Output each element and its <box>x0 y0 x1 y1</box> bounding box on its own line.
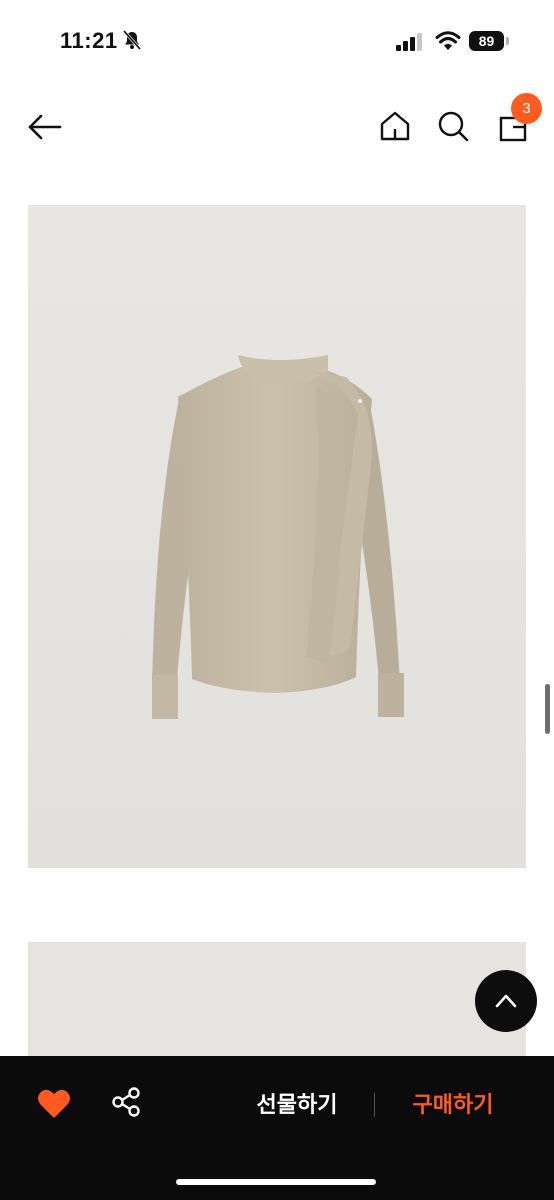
home-indicator <box>176 1179 376 1185</box>
bell-slash-icon <box>122 30 142 50</box>
home-icon[interactable] <box>374 105 416 147</box>
product-image[interactable] <box>28 205 526 868</box>
share-icon[interactable] <box>108 1084 144 1120</box>
scroll-indicator[interactable] <box>545 684 550 734</box>
back-arrow-icon[interactable] <box>24 106 66 148</box>
gift-button[interactable]: 선물하기 <box>238 1088 356 1122</box>
battery-cap <box>506 37 509 45</box>
chevron-up-icon <box>495 994 517 1008</box>
top-nav <box>0 86 554 166</box>
divider <box>374 1093 375 1117</box>
battery-icon: 89 <box>469 31 509 51</box>
search-icon[interactable] <box>432 105 474 147</box>
scroll-top-button[interactable] <box>475 970 537 1032</box>
status-time: 11:21 <box>60 28 118 53</box>
blouse-illustration <box>152 355 404 719</box>
wifi-icon <box>435 31 461 50</box>
cart-count-badge: 3 <box>511 93 542 124</box>
heart-icon[interactable] <box>36 1086 72 1122</box>
status-bar: 11:21 89 <box>0 0 554 84</box>
battery-level: 89 <box>469 31 504 51</box>
signal-icon <box>396 33 422 51</box>
buy-button[interactable]: 구매하기 <box>393 1088 513 1122</box>
